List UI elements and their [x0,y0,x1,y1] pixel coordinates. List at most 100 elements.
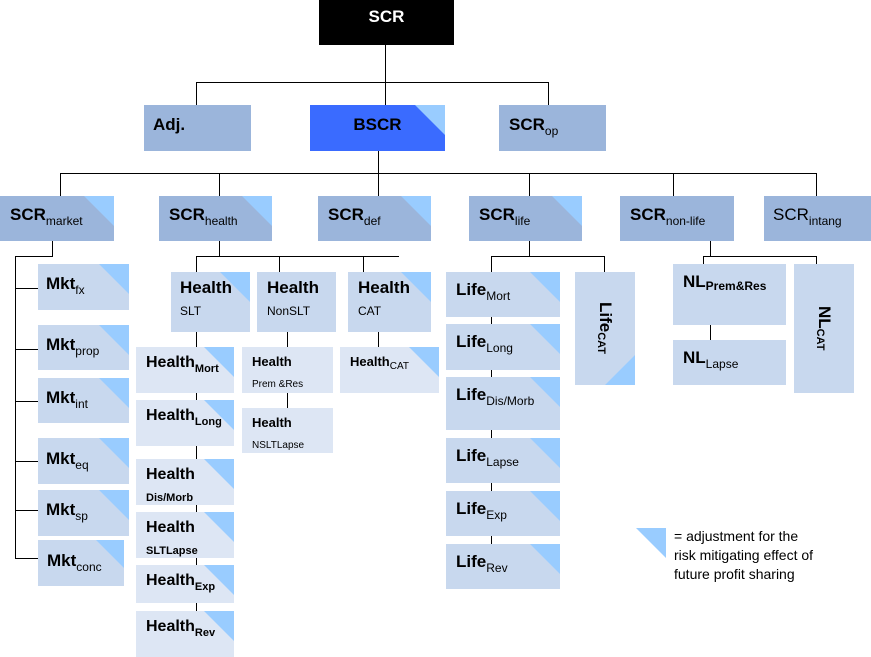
label-sub: Rev [486,561,508,575]
label-sub: Lapse [705,357,739,371]
node-health-slt[interactable]: Health SLT [171,272,250,332]
connector-line [710,240,711,257]
node-scr-nonlife[interactable]: SCRnon-life [620,196,734,241]
label-main: Health [146,618,195,635]
node-bscr[interactable]: BSCR [310,105,445,151]
node-label: SCR [368,7,405,26]
label-main: Mkt [46,274,76,293]
node-mkt-fx[interactable]: Mktfx [38,264,129,310]
node-scr-health[interactable]: SCRhealth [159,196,272,241]
adjustment-corner-icon [84,196,114,226]
node-label: LifeLong [456,332,513,358]
node-label: Health NonSLT [267,278,319,321]
node-label: LifeMort [456,280,510,306]
label-main: Health [146,519,195,536]
label-main: Health [252,354,292,369]
label-sub: non-life [665,214,706,228]
node-life-cat[interactable]: LifeCAT [575,272,635,385]
label-main: Health [350,354,390,369]
connector-line [363,256,364,272]
node-label: Mktprop [46,335,99,361]
node-label: Mktconc [47,551,102,577]
label-main: SCR [773,205,809,224]
adjustment-corner-icon [204,512,234,542]
node-health-dismorb[interactable]: Health Dis/Morb [136,459,234,505]
node-label: SCRdef [328,205,381,231]
node-nl-premres[interactable]: NLPrem&Res [673,264,786,325]
label-main: SCR [10,205,46,224]
label-main: Life [456,446,487,465]
connector-line [710,324,711,340]
connector-line [219,240,220,257]
node-nl-lapse[interactable]: NLLapse [673,340,786,385]
connector-line [15,401,38,402]
node-health-rev[interactable]: HealthRev [136,611,234,657]
node-scr-intang[interactable]: SCRintang [764,196,871,241]
node-health-long[interactable]: HealthLong [136,400,234,446]
node-nl-cat[interactable]: NLCAT [794,264,854,393]
label-main: SCR [169,205,205,224]
connector-line [196,256,197,272]
node-adj[interactable]: Adj. [144,105,251,151]
label-sub: Prem &Res [252,379,304,390]
node-scr-def[interactable]: SCRdef [318,196,431,241]
connector-line [385,45,386,106]
label-main: Mkt [46,449,76,468]
label-sub: Exp [486,508,507,522]
node-scr-market[interactable]: SCRmarket [0,196,114,241]
node-life-exp[interactable]: LifeExp [446,491,560,536]
node-health-nonslt[interactable]: Health NonSLT [257,272,336,332]
node-label: SCRlife [479,205,530,231]
node-mkt-int[interactable]: Mktint [38,378,129,423]
connector-line [548,82,549,106]
label-main: SCR [328,205,364,224]
node-mkt-conc[interactable]: Mktconc [38,540,124,586]
label-main: Life [456,552,487,571]
node-label: BSCR [353,115,402,134]
label-sub: sp [75,509,88,523]
label-sub: CAT [389,361,409,372]
node-health-cat-sub[interactable]: HealthCAT [340,347,439,393]
node-scr-op[interactable]: SCRop [499,105,606,151]
adjustment-corner-icon [99,378,129,408]
node-label: LifeCAT [595,302,615,354]
node-mkt-sp[interactable]: Mktsp [38,490,129,536]
node-label: NLPrem&Res [683,272,766,296]
connector-line [287,331,288,347]
node-health-premres[interactable]: Health Prem &Res [242,347,333,393]
label-sub: Prem&Res [705,279,767,293]
node-life-long[interactable]: LifeLong [446,324,560,370]
node-life-lapse[interactable]: LifeLapse [446,438,560,483]
node-life-dismorb[interactable]: LifeDis/Morb [446,377,560,430]
label-sub: Exp [194,581,216,593]
label-main: SCR [479,205,515,224]
node-label: Health SLT [180,278,232,321]
node-label: LifeLapse [456,446,519,472]
node-mkt-prop[interactable]: Mktprop [38,325,129,370]
node-health-nsltlapse[interactable]: Health NSLTLapse [242,408,333,453]
node-label: HealthCAT [350,352,409,377]
node-scr-root[interactable]: SCR [319,0,454,45]
connector-line [378,331,379,347]
label-sub: CAT [814,328,826,351]
node-label: SCRhealth [169,205,238,231]
label-sub: Rev [194,627,216,639]
adjustment-corner-icon [204,459,234,489]
node-health-mort[interactable]: HealthMort [136,347,234,393]
connector-line [816,173,817,196]
adjustment-corner-icon [530,438,560,468]
node-label: LifeRev [456,552,508,578]
node-mkt-eq[interactable]: Mkteq [38,438,129,484]
label-sub: Long [486,341,513,355]
connector-line [15,256,53,257]
node-life-mort[interactable]: LifeMort [446,272,560,317]
node-health-cat[interactable]: Health CAT [348,272,431,332]
connector-line [60,173,61,196]
node-scr-life[interactable]: SCRlife [469,196,582,241]
node-health-sltlapse[interactable]: Health SLTLapse [136,512,234,558]
node-health-exp[interactable]: HealthExp [136,565,234,603]
node-label: NLCAT [814,306,834,350]
label-main: NL [683,348,706,367]
label-sub: op [544,124,559,138]
node-life-rev[interactable]: LifeRev [446,544,560,589]
